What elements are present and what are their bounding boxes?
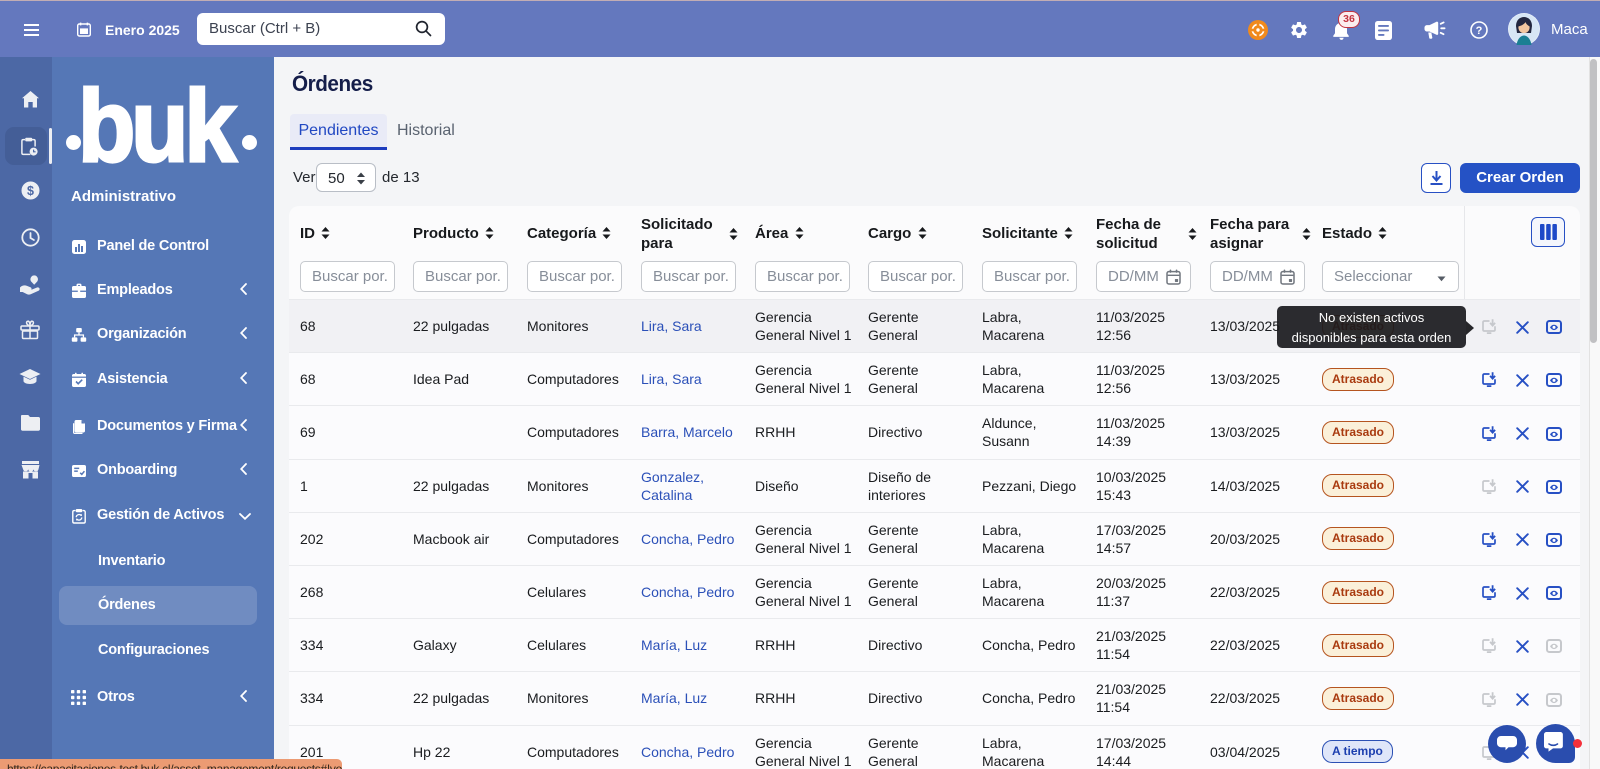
svg-text:?: ? <box>1476 25 1483 37</box>
svg-text:$: $ <box>27 184 34 198</box>
